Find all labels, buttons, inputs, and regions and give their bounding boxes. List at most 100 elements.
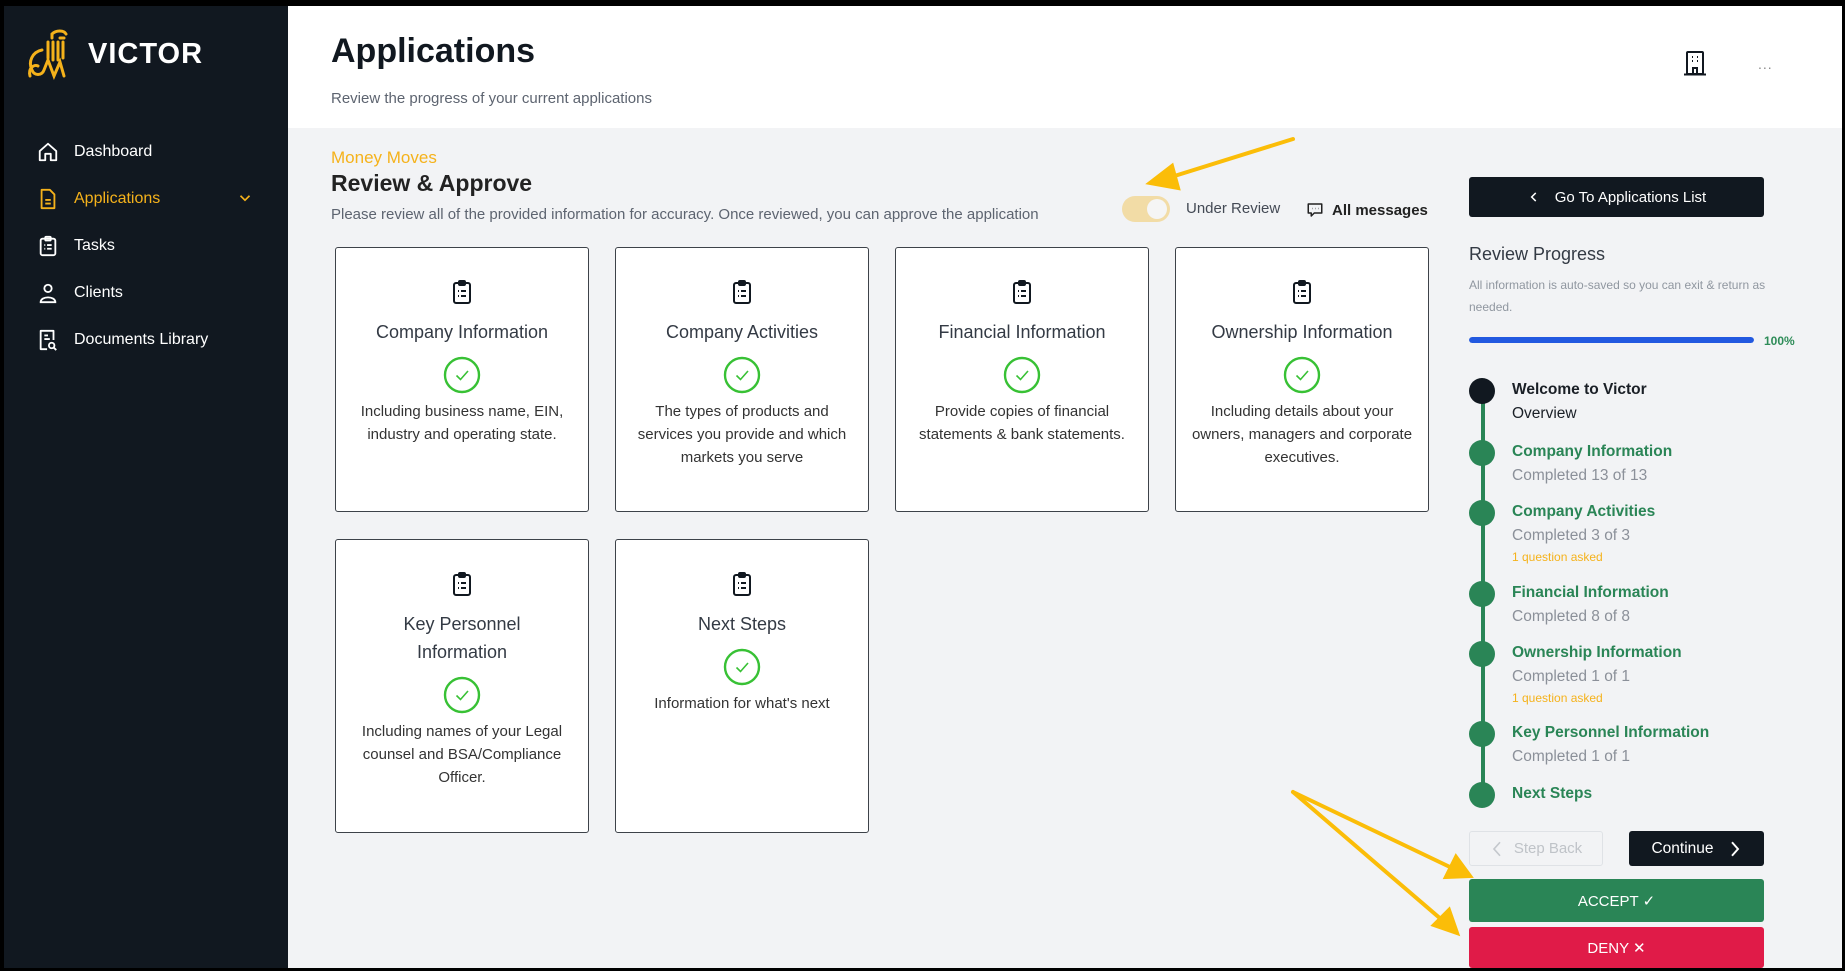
section-card[interactable]: Ownership Information Including details a… xyxy=(1175,247,1429,512)
sidebar-item-label: Applications xyxy=(74,189,161,207)
card-title: Key Personnel Information xyxy=(403,614,521,662)
step-back-button[interactable]: Step Back xyxy=(1469,831,1603,866)
building-icon[interactable] xyxy=(1683,50,1707,76)
step-indicator xyxy=(1469,782,1495,808)
step-title: Next Steps xyxy=(1512,785,1593,802)
section-card[interactable]: Company Activities The types of products … xyxy=(615,247,869,512)
step-back-label: Step Back xyxy=(1513,840,1583,857)
sidebar-item-label: Tasks xyxy=(74,236,115,254)
deny-label: DENY ✕ xyxy=(1587,939,1646,957)
sidebar-item-label: Documents Library xyxy=(74,330,209,348)
step-note: 1 question asked xyxy=(1512,550,1603,564)
section-card[interactable]: Financial Information Provide copies of f… xyxy=(895,247,1149,512)
step-title: Welcome to Victor xyxy=(1512,381,1647,398)
check-circle-icon xyxy=(1003,356,1041,394)
step-indicator xyxy=(1469,581,1495,607)
progress-percent-label: 100% xyxy=(1764,334,1795,348)
review-step[interactable]: Welcome to Victor Overview xyxy=(1469,378,1647,426)
continue-button[interactable]: Continue xyxy=(1629,831,1764,866)
section-description: Please review all of the provided inform… xyxy=(331,206,1039,223)
clipboard-icon xyxy=(733,572,751,596)
card-description: Information for what's next xyxy=(654,695,830,712)
card-title: Next Steps xyxy=(697,614,787,634)
all-messages-label: All messages xyxy=(1332,201,1428,219)
home-icon xyxy=(36,140,60,164)
card-description: Including names of your Legal counsel an… xyxy=(361,723,563,786)
document-search-icon xyxy=(36,328,60,352)
card-title: Ownership Information xyxy=(1211,322,1393,342)
step-indicator xyxy=(1469,641,1495,667)
document-icon xyxy=(36,187,60,211)
deny-button[interactable]: DENY ✕ xyxy=(1469,927,1764,968)
sidebar-item-clients[interactable]: Clients xyxy=(4,269,288,316)
step-indicator xyxy=(1469,500,1495,526)
review-progress-bar xyxy=(1469,337,1754,343)
review-step[interactable]: Ownership Information Completed 1 of 1 1 q… xyxy=(1469,641,1682,707)
card-description: Provide copies of financial statements &… xyxy=(919,403,1125,443)
check-circle-icon xyxy=(723,648,761,686)
step-status: Overview xyxy=(1512,405,1577,422)
sidebar-item-tasks[interactable]: Tasks xyxy=(4,222,288,269)
under-review-toggle[interactable] xyxy=(1122,196,1170,222)
user-icon xyxy=(36,281,60,305)
step-status: Completed 3 of 3 xyxy=(1512,527,1631,544)
chevron-right-icon xyxy=(1730,841,1739,856)
review-progress-subtitle: All information is auto-saved so you can… xyxy=(1469,278,1766,314)
clipboard-icon xyxy=(1293,280,1311,304)
review-step[interactable]: Next Steps xyxy=(1469,782,1593,808)
page-title: Applications xyxy=(331,32,536,70)
sidebar-item-label: Dashboard xyxy=(74,142,153,160)
section-card[interactable]: Next Steps Information for what's next xyxy=(615,539,869,833)
toggle-knob xyxy=(1147,199,1167,219)
step-note: 1 question asked xyxy=(1512,691,1603,705)
accept-label: ACCEPT ✓ xyxy=(1577,892,1656,910)
section-card[interactable]: Key Personnel Information Including names… xyxy=(335,539,589,833)
sidebar-item-label: Clients xyxy=(74,283,123,301)
clipboard-icon xyxy=(453,572,471,596)
step-title: Key Personnel Information xyxy=(1512,724,1710,741)
review-step[interactable]: Key Personnel Information Completed 1 of … xyxy=(1469,721,1709,769)
card-description: Including business name, EIN, industry a… xyxy=(360,403,564,443)
go-to-applications-list-button[interactable]: Go To Applications List xyxy=(1469,177,1764,217)
review-step[interactable]: Company Activities Completed 3 of 3 1 ques… xyxy=(1469,500,1655,566)
page-header: Applications Review the progress of your… xyxy=(288,6,1842,128)
sidebar-item-applications[interactable]: Applications xyxy=(4,175,288,222)
section-card[interactable]: Company Information Including business na… xyxy=(335,247,589,512)
chevron-down-icon[interactable] xyxy=(236,189,254,207)
clipboard-icon xyxy=(733,280,751,304)
card-title: Company Activities xyxy=(665,322,819,342)
check-circle-icon xyxy=(443,676,481,714)
toggle-label: Under Review xyxy=(1186,200,1281,217)
step-status: Completed 8 of 8 xyxy=(1512,608,1631,625)
step-status: Completed 1 of 1 xyxy=(1512,668,1631,685)
review-step[interactable]: Company Information Completed 13 of 13 xyxy=(1469,440,1672,488)
sidebar-item-dashboard[interactable]: Dashboard xyxy=(4,128,288,175)
step-status: Completed 13 of 13 xyxy=(1512,467,1648,484)
section-title: Review & Approve xyxy=(331,170,533,196)
check-circle-icon xyxy=(1283,356,1321,394)
review-step[interactable]: Financial Information Completed 8 of 8 xyxy=(1469,581,1669,629)
clipboard-icon xyxy=(36,234,60,258)
page-subtitle: Review the progress of your current appl… xyxy=(331,90,652,107)
app-window: VICTOR Dashboard Applications Tasks Clie… xyxy=(4,6,1842,968)
card-description: The types of products and services you p… xyxy=(637,403,847,466)
more-icon[interactable]: ... xyxy=(1758,56,1773,72)
continue-label: Continue xyxy=(1651,839,1714,857)
step-indicator xyxy=(1469,440,1495,466)
sidebar-item-documents-library[interactable]: Documents Library xyxy=(4,316,288,363)
step-title: Ownership Information xyxy=(1512,644,1682,661)
clipboard-icon xyxy=(453,280,471,304)
clipboard-icon xyxy=(1013,280,1031,304)
client-name: Money Moves xyxy=(331,148,437,167)
all-messages-link[interactable]: All messages xyxy=(1306,201,1428,219)
lion-logo-icon xyxy=(28,29,68,80)
logo[interactable]: VICTOR xyxy=(24,28,203,80)
go-to-applications-list-label: Go To Applications List xyxy=(1554,188,1707,206)
sidebar-nav: Dashboard Applications Tasks Clients Doc… xyxy=(4,128,288,363)
step-status: Completed 1 of 1 xyxy=(1512,748,1631,765)
step-title: Company Activities xyxy=(1512,503,1656,520)
accept-button[interactable]: ACCEPT ✓ xyxy=(1469,879,1764,922)
step-title: Company Information xyxy=(1512,443,1673,460)
chevron-left-icon xyxy=(1492,841,1501,856)
chevron-left-icon xyxy=(1530,192,1537,202)
